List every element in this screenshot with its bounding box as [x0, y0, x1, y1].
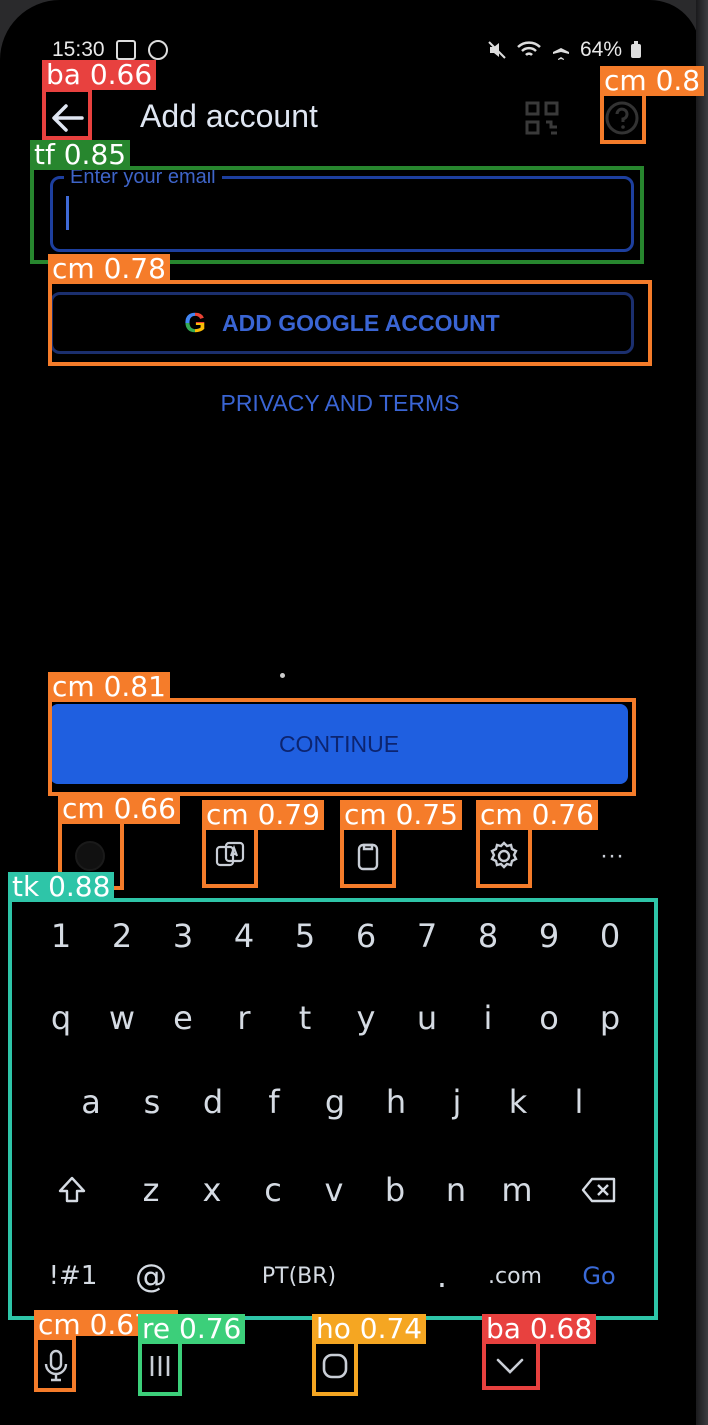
- battery-icon: [631, 41, 641, 58]
- detection-label-google-button: cm 0.78: [48, 254, 170, 280]
- detection-label-settings: cm 0.76: [476, 800, 598, 830]
- detection-box-clipboard: [340, 826, 396, 888]
- airplane-icon: [552, 41, 569, 60]
- detection-box-email-field: [30, 166, 644, 264]
- detection-box-recents: [138, 1340, 182, 1396]
- detection-box-keyboard: [8, 898, 658, 1320]
- detection-box-translate: [202, 826, 258, 888]
- detection-label-home: ho 0.74: [312, 1314, 427, 1344]
- phone-frame-edge: [696, 0, 708, 1425]
- detection-label-continue: cm 0.81: [48, 672, 170, 702]
- status-right-group: 64%: [486, 38, 642, 62]
- privacy-and-terms-link[interactable]: PRIVACY AND TERMS: [0, 390, 680, 417]
- detection-label-emoji: cm 0.66: [58, 794, 180, 824]
- detection-label-hide-keyboard: ba 0.68: [482, 1314, 597, 1344]
- detection-label-translate: cm 0.79: [202, 800, 324, 830]
- detection-label-email-field: tf 0.85: [30, 140, 131, 170]
- wifi-icon: [517, 41, 541, 56]
- more-options-icon[interactable]: ···: [592, 836, 632, 876]
- detection-box-continue: [48, 698, 636, 796]
- detection-label-clipboard: cm 0.75: [340, 800, 462, 830]
- detection-box-google-button: [48, 280, 652, 366]
- detection-box-back: [42, 88, 92, 140]
- detection-label-back: ba 0.66: [42, 60, 157, 90]
- detection-box-home: [312, 1340, 358, 1396]
- detection-label-keyboard: tk 0.88: [8, 872, 115, 902]
- detection-box-help: [600, 92, 646, 144]
- detection-box-hide-keyboard: [482, 1340, 540, 1390]
- detection-label-recents: re 0.76: [138, 1314, 246, 1344]
- detection-box-settings: [476, 826, 532, 888]
- page-indicator-dot: [280, 673, 285, 678]
- qr-code-icon[interactable]: [524, 100, 560, 136]
- detection-label-help: cm 0.8: [600, 66, 704, 96]
- page-title: Add account: [140, 98, 318, 134]
- mute-icon: [488, 41, 506, 59]
- battery-percent: 64%: [579, 38, 622, 61]
- detection-box-voice: [34, 1336, 76, 1392]
